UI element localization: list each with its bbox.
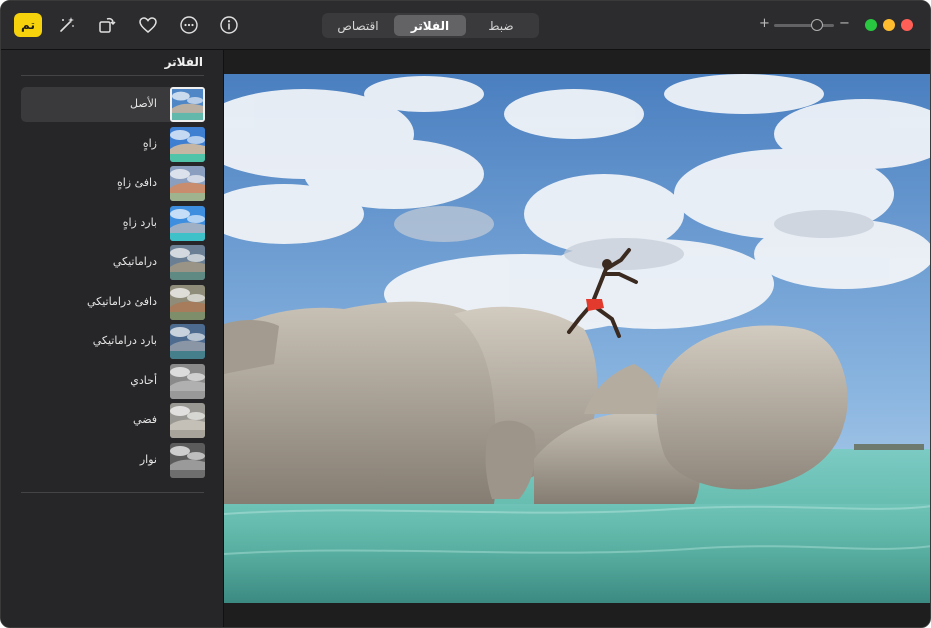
tab-filters[interactable]: الفلاتر [394, 15, 466, 36]
filter-label: دافئ دراماتيكي [86, 294, 157, 308]
filter-item[interactable]: نوار [21, 442, 205, 478]
filter-item[interactable]: بارد دراماتيكي [21, 324, 205, 359]
done-button[interactable]: تم [14, 13, 42, 37]
photos-edit-window: تم ضبط الفلاتر اقتصاص + − الفلاتر الأصل … [0, 0, 931, 628]
filter-item[interactable]: دراماتيكي [21, 245, 205, 280]
edit-toolbar: تم ضبط الفلاتر اقتصاص + − [1, 1, 930, 50]
zoom-slider[interactable]: + − [759, 15, 851, 35]
sidebar-title: الفلاتر [164, 55, 203, 69]
close-window-button[interactable] [901, 19, 913, 31]
filter-label: بارد دراماتيكي [92, 334, 157, 347]
edit-mode-segmented-control: ضبط الفلاتر اقتصاص [322, 13, 539, 38]
photo-canvas [224, 50, 930, 627]
info-icon[interactable] [218, 14, 240, 36]
filter-label: نوار [139, 452, 157, 466]
filter-thumbnail [170, 284, 205, 320]
sidebar-divider-bottom [21, 492, 204, 493]
filter-label: الأصل [129, 97, 157, 110]
filter-label: بارد زاهٍ [122, 215, 157, 229]
filter-thumbnail [170, 324, 205, 359]
filter-thumbnail [170, 87, 205, 122]
filter-thumbnail [170, 363, 205, 399]
filter-label: دافئ زاهٍ [116, 176, 157, 189]
filter-item[interactable]: دافئ زاهٍ [21, 166, 205, 201]
filter-item[interactable]: زاهٍ [21, 126, 205, 162]
filter-label: أحادي [130, 373, 157, 387]
filter-thumbnail [170, 245, 205, 280]
filter-label: زاهٍ [142, 136, 157, 150]
more-icon[interactable] [178, 14, 200, 36]
tab-adjust[interactable]: ضبط [466, 15, 536, 36]
filter-label: فضي [133, 413, 157, 426]
heart-icon[interactable] [137, 14, 159, 36]
zoom-out-label: − [839, 16, 850, 31]
filter-item[interactable]: الأصل [21, 87, 205, 122]
zoom-thumb[interactable] [811, 19, 823, 31]
minimize-window-button[interactable] [883, 19, 895, 31]
filter-thumbnail [170, 166, 205, 201]
filter-item[interactable]: فضي [21, 403, 205, 438]
rotate-icon[interactable] [96, 14, 118, 36]
filter-item[interactable]: دافئ دراماتيكي [21, 284, 205, 320]
filter-thumbnail [170, 403, 205, 438]
filters-sidebar: الفلاتر الأصل زاهٍ دافئ زاهٍ بارد زاهٍ دراما… [1, 50, 224, 627]
filter-item[interactable]: أحادي [21, 363, 205, 399]
edited-photo[interactable] [224, 74, 930, 603]
filter-thumbnail [170, 442, 205, 478]
tab-crop[interactable]: اقتصاص [324, 15, 392, 36]
filter-thumbnail [170, 126, 205, 162]
filter-item[interactable]: بارد زاهٍ [21, 205, 205, 241]
zoom-window-button[interactable] [865, 19, 877, 31]
zoom-track[interactable] [774, 24, 834, 27]
filter-thumbnail [170, 205, 205, 241]
magic-wand-icon[interactable] [56, 14, 78, 36]
sidebar-divider-top [21, 75, 204, 76]
zoom-in-label: + [759, 16, 770, 31]
filter-label: دراماتيكي [112, 255, 157, 268]
